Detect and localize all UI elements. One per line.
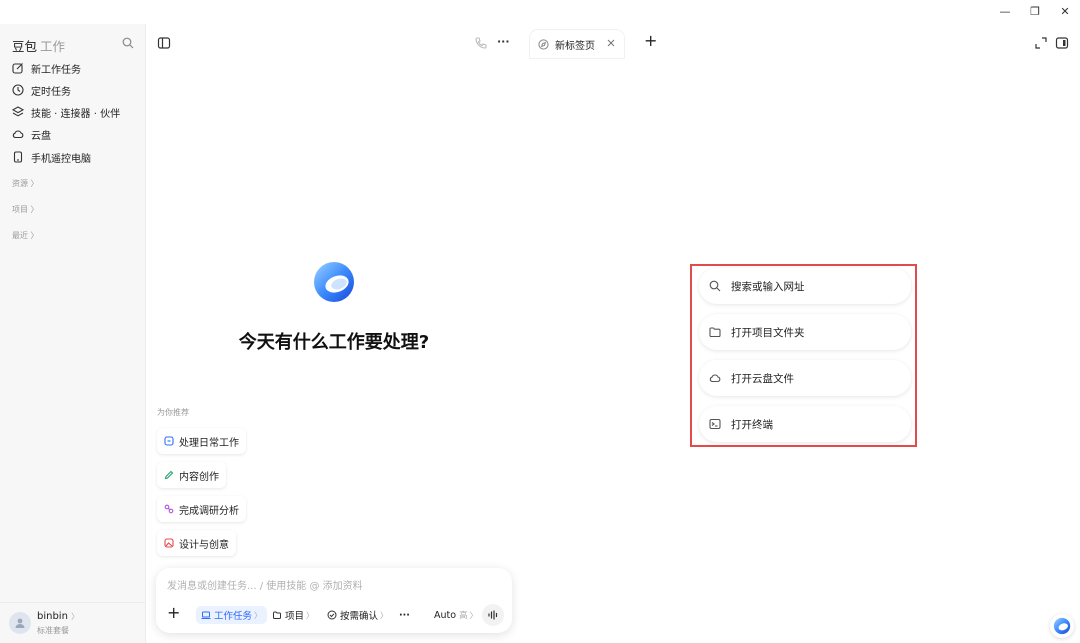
doubao-logo-icon: [314, 262, 354, 302]
add-attachment-button[interactable]: +: [167, 603, 180, 622]
recommend-label: 完成调研分析: [179, 505, 239, 517]
search-icon: [709, 280, 721, 292]
voice-input-button[interactable]: [482, 604, 504, 626]
sidebar-item-scheduled[interactable]: 定时任务: [12, 81, 71, 99]
avatar: [9, 612, 31, 634]
doubao-logo-icon: [1053, 617, 1071, 635]
composer: + 工作任务〉 项目〉 按需确认〉 ··· Auto 高〉: [156, 568, 512, 633]
user-profile[interactable]: binbin 〉 标准套餐: [0, 602, 146, 643]
model-label: Auto: [434, 609, 457, 621]
user-name-text: binbin: [37, 611, 68, 622]
recommend-research[interactable]: 完成调研分析: [157, 496, 246, 522]
quick-action-search[interactable]: 搜索或输入网址: [699, 268, 911, 304]
laptop-icon: [201, 611, 211, 619]
user-plan: 标准套餐: [37, 626, 69, 635]
sidebar-item-new-task[interactable]: 新工作任务: [12, 59, 81, 77]
recommend-title: 为你推荐: [157, 408, 189, 417]
sidebar-section-projects[interactable]: 项目 〉: [12, 204, 39, 215]
expand-icon[interactable]: [1034, 36, 1048, 50]
main-content: 今天有什么工作要处理? 为你推荐 处理日常工作 内容创作 完成调研分析 设计与创…: [146, 62, 1080, 643]
work-task-mode-button[interactable]: 工作任务〉: [196, 606, 268, 624]
quick-action-open-cloud-file[interactable]: 打开云盘文件: [699, 360, 911, 396]
sidebar-item-cloud[interactable]: 云盘: [12, 125, 51, 143]
user-name: binbin 〉: [37, 611, 79, 622]
message-input[interactable]: [167, 578, 497, 594]
quick-action-label: 搜索或输入网址: [731, 280, 805, 293]
clock-icon: [12, 84, 24, 96]
recommend-content-creation[interactable]: 内容创作: [157, 462, 226, 488]
sidebar-item-label: 新工作任务: [31, 64, 81, 76]
phone-icon: [13, 151, 23, 163]
user-chevron-icon: 〉: [71, 612, 80, 621]
terminal-icon: [709, 418, 721, 430]
task-icon: [164, 436, 174, 446]
title-bar: — ❐ ✕: [0, 0, 1080, 24]
restore-button[interactable]: ❐: [1028, 5, 1042, 19]
folder-icon: [709, 327, 721, 338]
tool-label: 工作任务: [214, 611, 253, 622]
project-icon: [273, 611, 281, 619]
recommend-label: 设计与创意: [179, 539, 229, 551]
panel-toggle-icon[interactable]: [1055, 36, 1069, 50]
edit-icon: [12, 63, 23, 74]
quick-action-open-terminal[interactable]: 打开终端: [699, 406, 911, 442]
sidebar-item-label: 技能 · 连接器 · 伙伴: [31, 108, 121, 120]
compass-icon: [538, 38, 549, 50]
phone-call-icon[interactable]: [474, 36, 488, 50]
check-circle-icon: [327, 610, 337, 620]
pen-icon: [164, 470, 174, 480]
recommend-label: 处理日常工作: [179, 437, 239, 449]
search-icon[interactable]: [122, 37, 134, 49]
waveform-icon: [488, 610, 498, 620]
chevron-right-icon: 〉: [380, 610, 389, 620]
quick-actions-highlight: 搜索或输入网址 打开项目文件夹 打开云盘文件 打开终端: [690, 264, 917, 447]
tool-label: 按需确认: [340, 611, 379, 622]
recommend-daily-work[interactable]: 处理日常工作: [157, 428, 246, 454]
project-button[interactable]: 项目〉: [272, 606, 314, 624]
tab-new-tab[interactable]: 新标签页: [530, 30, 624, 58]
recommend-design[interactable]: 设计与创意: [157, 530, 236, 556]
quick-action-open-folder[interactable]: 打开项目文件夹: [699, 314, 911, 350]
layers-icon: [12, 106, 24, 117]
close-window-button[interactable]: ✕: [1058, 5, 1072, 19]
sidebar-item-label: 手机遥控电脑: [31, 153, 91, 165]
confirm-mode-button[interactable]: 按需确认〉: [327, 606, 388, 624]
app-brand: 豆包 工作: [12, 36, 65, 55]
brand-name: 豆包: [12, 39, 38, 54]
tab-label: 新标签页: [555, 40, 595, 52]
sidebar-item-label: 定时任务: [31, 86, 71, 98]
chevron-right-icon: 〉: [306, 610, 315, 620]
sidebar-item-skills[interactable]: 技能 · 连接器 · 伙伴: [12, 103, 120, 121]
sidebar-item-phone-remote[interactable]: 手机遥控电脑: [12, 148, 91, 166]
sidebar-section-recent[interactable]: 最近 〉: [12, 230, 39, 241]
sidebar-toggle-icon[interactable]: [157, 36, 171, 50]
new-tab-button[interactable]: +: [644, 31, 657, 50]
model-select[interactable]: Auto 高〉: [434, 606, 478, 624]
composer-more-button[interactable]: ···: [399, 606, 410, 624]
tool-label: 项目: [285, 611, 305, 622]
assistant-float-button[interactable]: [1050, 614, 1074, 638]
brand-subtitle: 工作: [40, 39, 66, 54]
sidebar-section-resources[interactable]: 资源 〉: [12, 178, 39, 189]
sidebar-item-label: 云盘: [31, 130, 51, 142]
quick-action-label: 打开项目文件夹: [731, 326, 805, 339]
cloud-icon: [709, 374, 721, 383]
recommend-label: 内容创作: [179, 471, 219, 483]
chevron-right-icon: 〉: [469, 610, 478, 620]
quick-action-label: 打开云盘文件: [731, 372, 794, 385]
header-more-button[interactable]: ···: [497, 35, 510, 48]
research-icon: [164, 504, 174, 514]
sidebar: 豆包 工作 新工作任务 定时任务 技能 · 连接器 · 伙伴 云盘 手机遥控电脑 …: [0, 24, 146, 643]
image-icon: [164, 538, 174, 548]
chevron-right-icon: 〉: [254, 610, 263, 620]
close-icon[interactable]: [606, 38, 616, 48]
page-headline: 今天有什么工作要处理?: [238, 332, 430, 353]
quick-action-label: 打开终端: [731, 418, 773, 431]
model-level: 高: [459, 611, 468, 621]
user-icon: [15, 618, 25, 628]
main-header: ··· 新标签页 +: [146, 24, 1080, 62]
cloud-icon: [12, 130, 24, 139]
minimize-button[interactable]: —: [998, 5, 1012, 19]
